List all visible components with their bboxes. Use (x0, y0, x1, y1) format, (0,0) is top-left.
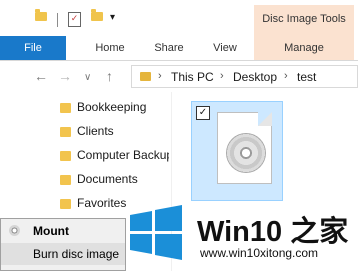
up-arrow-icon[interactable]: ↑ (106, 69, 113, 83)
nav-item-label: Computer Backups (77, 148, 169, 162)
back-arrow-icon[interactable]: ← (34, 69, 48, 83)
menu-item-mount[interactable]: Mount (1, 220, 125, 242)
nav-item-clients[interactable]: Clients (56, 122, 170, 142)
tab-manage[interactable]: Manage (254, 36, 354, 60)
breadcrumb-separator: › (284, 70, 288, 82)
folder-icon (60, 127, 71, 137)
folder-icon (60, 103, 71, 113)
forward-arrow-icon[interactable]: → (58, 69, 72, 83)
breadcrumb-separator: › (220, 70, 224, 82)
tab-share[interactable]: Share (142, 36, 196, 60)
toolbar-divider (57, 13, 58, 27)
nav-item-label: Clients (77, 124, 114, 138)
menu-item-label: Burn disc image (33, 247, 120, 261)
disc-image-file[interactable]: ✓ (191, 101, 283, 201)
address-bar[interactable]: › This PC › Desktop › test (131, 65, 358, 88)
tab-file[interactable]: File (0, 36, 66, 60)
new-folder-icon[interactable] (91, 9, 103, 21)
ribbon-tabs: File Home Share View Manage (0, 36, 358, 61)
disc-image-file-icon (217, 112, 272, 184)
nav-item-label: Documents (77, 172, 138, 186)
breadcrumb-desktop[interactable]: Desktop (233, 70, 277, 84)
folder-icon (60, 175, 71, 185)
recent-locations-icon[interactable]: ∨ (84, 71, 91, 85)
folder-icon (35, 9, 47, 21)
breadcrumb-this-pc[interactable]: This PC (171, 70, 214, 84)
nav-item-computer-backups[interactable]: Computer Backups (56, 146, 170, 166)
customize-toolbar-icon[interactable]: ▾ (110, 13, 115, 23)
disc-icon (9, 225, 20, 236)
disc-icon (226, 133, 266, 173)
windows-logo-icon (130, 205, 182, 260)
watermark-title: Win10 之家 (197, 216, 349, 248)
tab-view[interactable]: View (198, 36, 252, 60)
breadcrumb-separator: › (158, 70, 162, 82)
menu-item-label: Mount (33, 224, 69, 238)
folder-icon (60, 151, 71, 161)
properties-icon[interactable]: ✓ (68, 12, 81, 27)
contextual-tab-header: Disc Image Tools (254, 5, 354, 36)
nav-item-documents[interactable]: Documents (56, 170, 170, 190)
breadcrumb-test[interactable]: test (297, 70, 316, 84)
nav-item-bookkeeping[interactable]: Bookkeeping (56, 98, 170, 118)
folder-icon (60, 199, 71, 209)
page-fold (258, 112, 272, 126)
folder-icon (140, 72, 151, 81)
menu-item-burn-disc-image[interactable]: Burn disc image (1, 243, 125, 265)
nav-item-label: Bookkeeping (77, 100, 147, 114)
tab-home[interactable]: Home (82, 36, 138, 60)
watermark-url: www.win10xitong.com (200, 246, 319, 260)
context-menu: Mount Burn disc image (0, 218, 126, 271)
item-checkbox[interactable]: ✓ (196, 106, 210, 120)
